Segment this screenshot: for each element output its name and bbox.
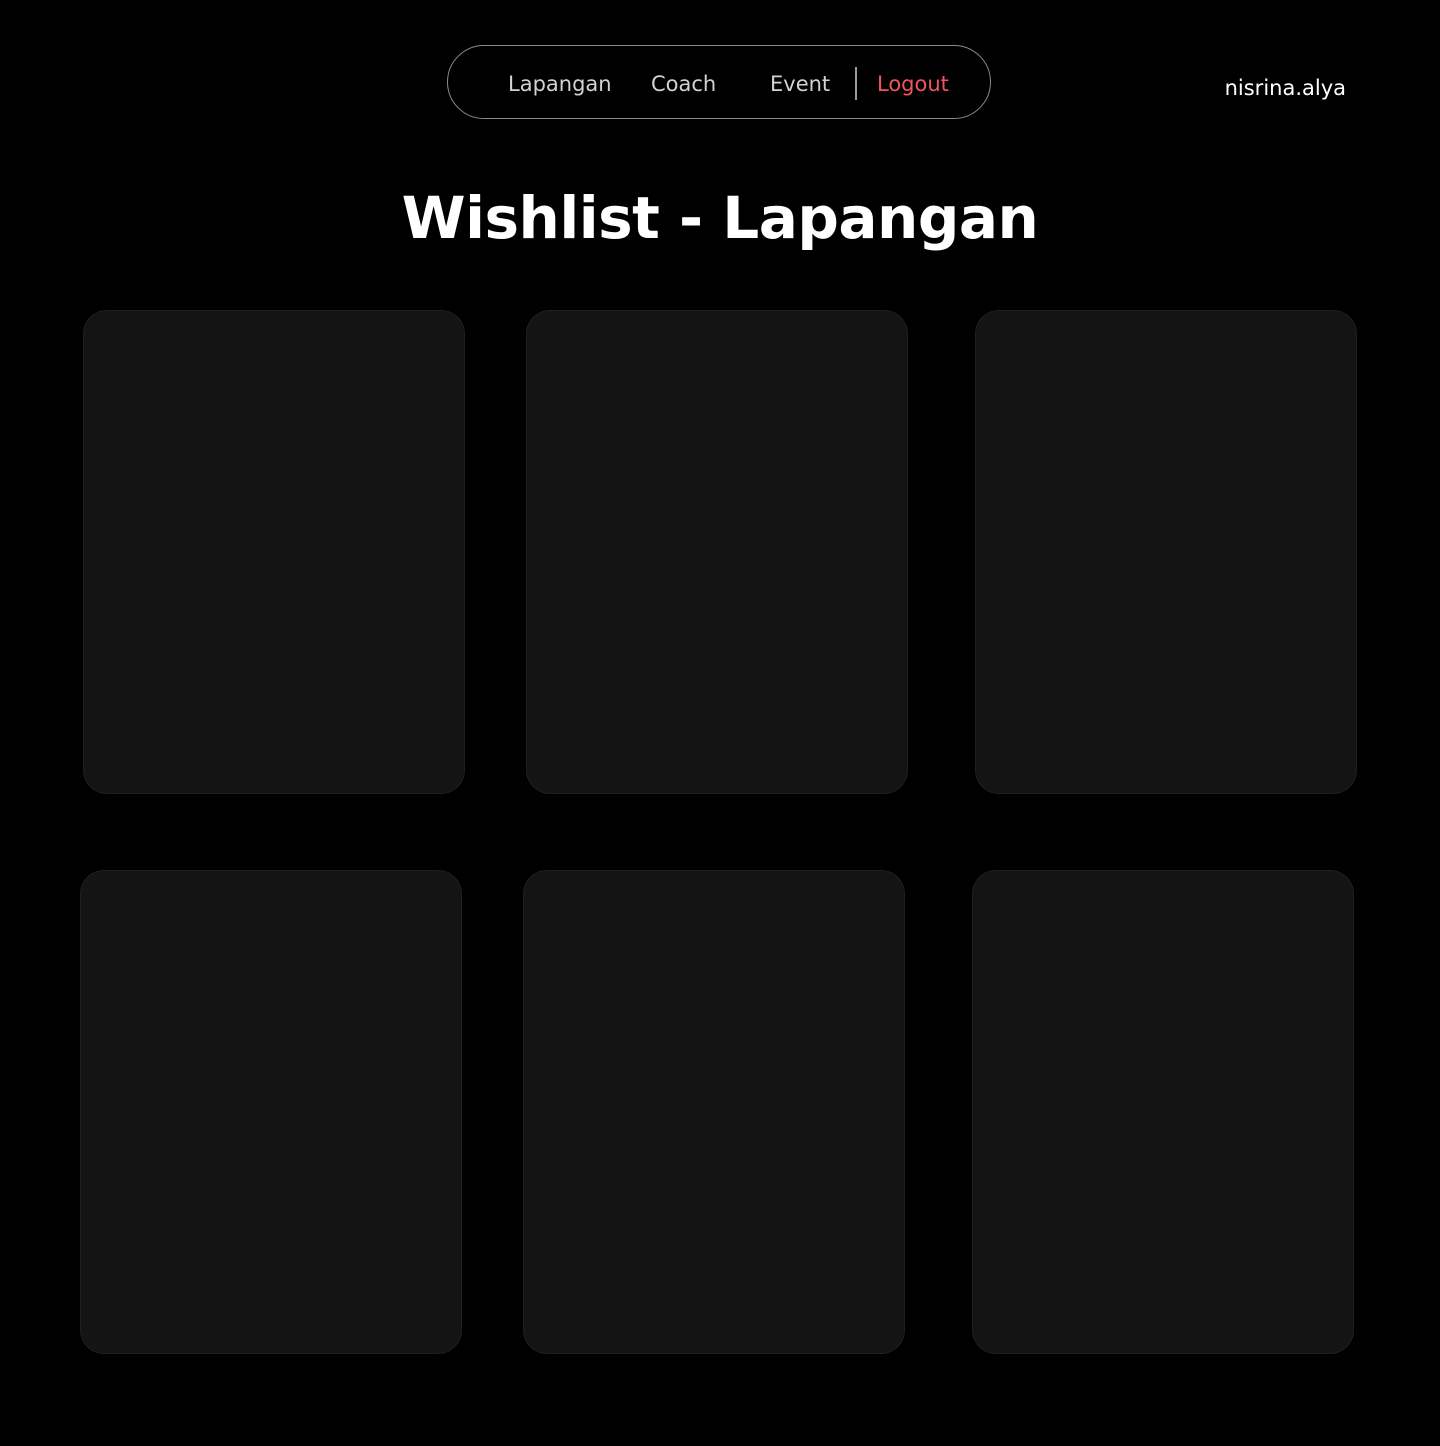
username-label[interactable]: nisrina.alya [1225,70,1346,106]
wishlist-card[interactable] [975,310,1357,794]
wishlist-card[interactable] [526,310,908,794]
page-title: Wishlist - Lapangan [401,184,1039,252]
wishlist-card[interactable] [523,870,905,1354]
nav-link-coach[interactable]: Coach [651,46,716,120]
nav-link-lapangan[interactable]: Lapangan [508,46,612,120]
nav-link-event[interactable]: Event [770,46,830,120]
wishlist-card[interactable] [83,310,465,794]
nav-divider [855,67,857,100]
logout-link[interactable]: Logout [877,46,949,120]
main-nav: Lapangan Coach Event Logout [447,45,991,119]
wishlist-card[interactable] [972,870,1354,1354]
wishlist-card[interactable] [80,870,462,1354]
